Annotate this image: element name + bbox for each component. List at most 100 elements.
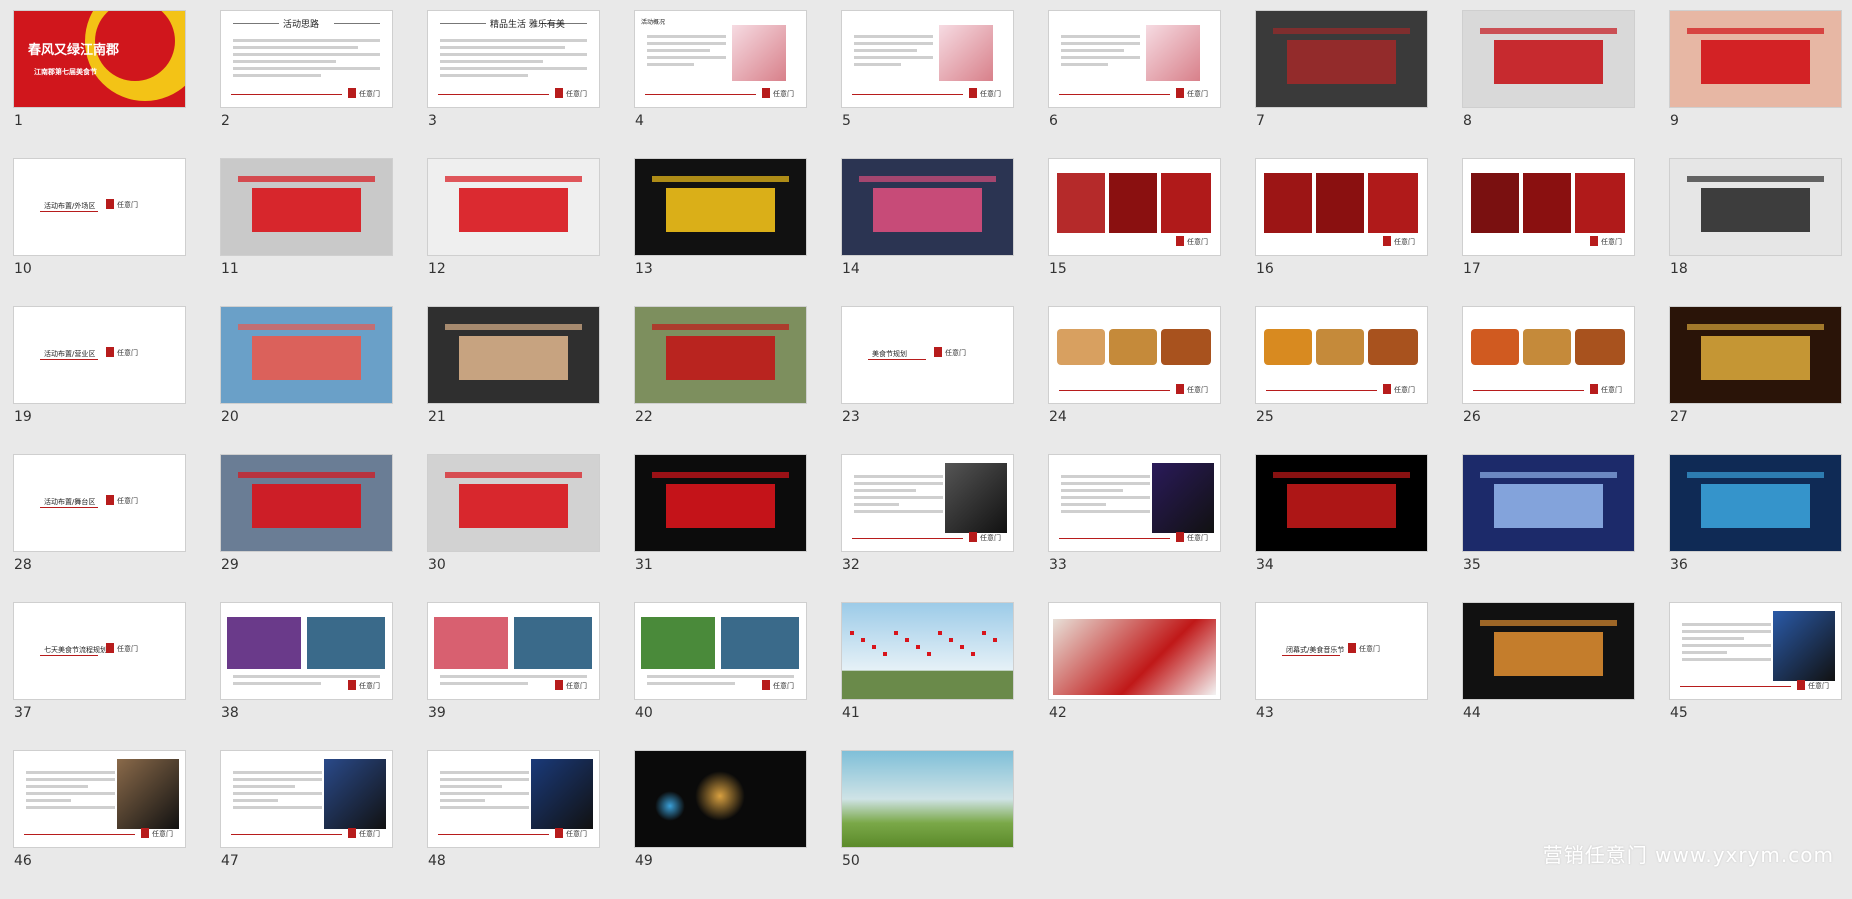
slide-preview[interactable]	[635, 307, 806, 403]
slide-thumbnail[interactable]: 49	[635, 751, 806, 899]
slide-preview[interactable]: 任意门	[842, 11, 1013, 107]
slide-preview[interactable]: 任意门	[221, 751, 392, 847]
slide-thumbnail[interactable]: 任意门 32	[842, 455, 1013, 603]
slide-preview[interactable]	[1463, 455, 1634, 551]
slide-thumbnail[interactable]: 七天美食节流程规划 任意门 37	[14, 603, 185, 751]
slide-preview[interactable]	[221, 159, 392, 255]
slide-preview[interactable]: 任意门	[1256, 307, 1427, 403]
slide-thumbnail[interactable]: 35	[1463, 455, 1634, 603]
slide-thumbnail[interactable]: 36	[1670, 455, 1841, 603]
slide-preview[interactable]: 任意门	[14, 751, 185, 847]
slide-preview[interactable]	[428, 159, 599, 255]
slide-preview[interactable]: 精品生活 雅乐有美 任意门	[428, 11, 599, 107]
slide-thumbnail[interactable]: 闭幕式/美食音乐节 任意门 43	[1256, 603, 1427, 751]
slide-preview[interactable]: 任意门	[842, 455, 1013, 551]
slide-preview[interactable]	[428, 455, 599, 551]
slide-preview[interactable]: 任意门	[428, 603, 599, 699]
slide-preview[interactable]	[842, 159, 1013, 255]
slide-preview[interactable]: 任意门	[221, 603, 392, 699]
slide-preview[interactable]: 任意门	[1049, 307, 1220, 403]
slide-thumbnail[interactable]: 7	[1256, 11, 1427, 159]
slide-thumbnail[interactable]: 任意门 47	[221, 751, 392, 899]
slide-preview[interactable]: 任意门	[1463, 307, 1634, 403]
slide-preview[interactable]: 活动布置/外场区 任意门	[14, 159, 185, 255]
slide-thumbnail[interactable]: 18	[1670, 159, 1841, 307]
slide-thumbnail[interactable]: 任意门 24	[1049, 307, 1220, 455]
slide-thumbnail[interactable]: 11	[221, 159, 392, 307]
slide-thumbnail[interactable]: 任意门 5	[842, 11, 1013, 159]
slide-preview[interactable]: 活动思路 任意门	[221, 11, 392, 107]
slide-thumbnail[interactable]: 任意门 39	[428, 603, 599, 751]
slide-thumbnail[interactable]: 任意门 33	[1049, 455, 1220, 603]
slide-thumbnail[interactable]: 8	[1463, 11, 1634, 159]
slide-preview[interactable]	[428, 307, 599, 403]
slide-thumbnail[interactable]: 12	[428, 159, 599, 307]
slide-thumbnail[interactable]: 活动概况 任意门 4	[635, 11, 806, 159]
slide-preview[interactable]: 任意门	[1049, 11, 1220, 107]
slide-thumbnail[interactable]: 21	[428, 307, 599, 455]
slide-preview[interactable]: 任意门	[1670, 603, 1841, 699]
slide-preview[interactable]	[635, 751, 806, 847]
slide-preview[interactable]	[1670, 11, 1841, 107]
slide-thumbnail[interactable]: 42	[1049, 603, 1220, 751]
slide-thumbnail[interactable]: 任意门 15	[1049, 159, 1220, 307]
slide-preview[interactable]	[1670, 159, 1841, 255]
slide-thumbnail[interactable]: 44	[1463, 603, 1634, 751]
slide-preview[interactable]	[1463, 11, 1634, 107]
slide-thumbnail[interactable]: 50	[842, 751, 1013, 899]
slide-preview[interactable]	[635, 455, 806, 551]
slide-thumbnail[interactable]: 22	[635, 307, 806, 455]
slide-preview[interactable]: 美食节规划 任意门	[842, 307, 1013, 403]
slide-preview[interactable]	[1049, 603, 1220, 699]
slide-thumbnail[interactable]: 活动布置/外场区 任意门 10	[14, 159, 185, 307]
slide-thumbnail[interactable]: 任意门 48	[428, 751, 599, 899]
slide-thumbnail[interactable]: 任意门 40	[635, 603, 806, 751]
slide-preview[interactable]	[842, 751, 1013, 847]
slide-thumbnail[interactable]: 31	[635, 455, 806, 603]
slide-preview[interactable]: 活动概况 任意门	[635, 11, 806, 107]
slide-thumbnail[interactable]: 9	[1670, 11, 1841, 159]
slide-thumbnail[interactable]: 任意门 46	[14, 751, 185, 899]
slide-thumbnail[interactable]: 任意门 6	[1049, 11, 1220, 159]
slide-preview[interactable]: 七天美食节流程规划 任意门	[14, 603, 185, 699]
slide-thumbnail[interactable]: 春风又绿江南郡 江南郡第七届美食节 1	[14, 11, 185, 159]
slide-preview[interactable]: 任意门	[1049, 159, 1220, 255]
slide-thumbnail[interactable]: 精品生活 雅乐有美 任意门 3	[428, 11, 599, 159]
slide-preview[interactable]	[1256, 455, 1427, 551]
slide-thumbnail[interactable]: 活动思路 任意门 2	[221, 11, 392, 159]
slide-thumbnail[interactable]: 活动布置/舞台区 任意门 28	[14, 455, 185, 603]
slide-preview[interactable]: 任意门	[1256, 159, 1427, 255]
slide-preview[interactable]: 闭幕式/美食音乐节 任意门	[1256, 603, 1427, 699]
slide-preview[interactable]	[1670, 455, 1841, 551]
slide-thumbnail[interactable]: 任意门 16	[1256, 159, 1427, 307]
slide-thumbnail[interactable]: 34	[1256, 455, 1427, 603]
slide-thumbnail[interactable]: 任意门 25	[1256, 307, 1427, 455]
slide-preview[interactable]: 春风又绿江南郡 江南郡第七届美食节	[14, 11, 185, 107]
slide-preview[interactable]	[842, 603, 1013, 699]
slide-preview[interactable]	[1463, 603, 1634, 699]
slide-thumbnail[interactable]: 活动布置/营业区 任意门 19	[14, 307, 185, 455]
slide-thumbnail[interactable]: 30	[428, 455, 599, 603]
slide-preview[interactable]: 任意门	[428, 751, 599, 847]
slide-thumbnail[interactable]: 美食节规划 任意门 23	[842, 307, 1013, 455]
slide-preview[interactable]: 活动布置/营业区 任意门	[14, 307, 185, 403]
slide-thumbnail[interactable]: 13	[635, 159, 806, 307]
slide-preview[interactable]	[221, 307, 392, 403]
slide-preview[interactable]	[221, 455, 392, 551]
slide-thumbnail[interactable]: 任意门 38	[221, 603, 392, 751]
slide-thumbnail[interactable]: 任意门 45	[1670, 603, 1841, 751]
slide-preview[interactable]: 任意门	[635, 603, 806, 699]
slide-thumbnail[interactable]: 27	[1670, 307, 1841, 455]
slide-preview[interactable]	[635, 159, 806, 255]
slide-thumbnail[interactable]: 任意门 17	[1463, 159, 1634, 307]
slide-preview[interactable]: 活动布置/舞台区 任意门	[14, 455, 185, 551]
slide-preview[interactable]: 任意门	[1049, 455, 1220, 551]
slide-thumbnail[interactable]: 20	[221, 307, 392, 455]
slide-thumbnail[interactable]: 任意门 26	[1463, 307, 1634, 455]
slide-thumbnail[interactable]: 14	[842, 159, 1013, 307]
slide-preview[interactable]	[1670, 307, 1841, 403]
slide-preview[interactable]	[1256, 11, 1427, 107]
slide-preview[interactable]: 任意门	[1463, 159, 1634, 255]
slide-thumbnail[interactable]: 41	[842, 603, 1013, 751]
slide-thumbnail[interactable]: 29	[221, 455, 392, 603]
